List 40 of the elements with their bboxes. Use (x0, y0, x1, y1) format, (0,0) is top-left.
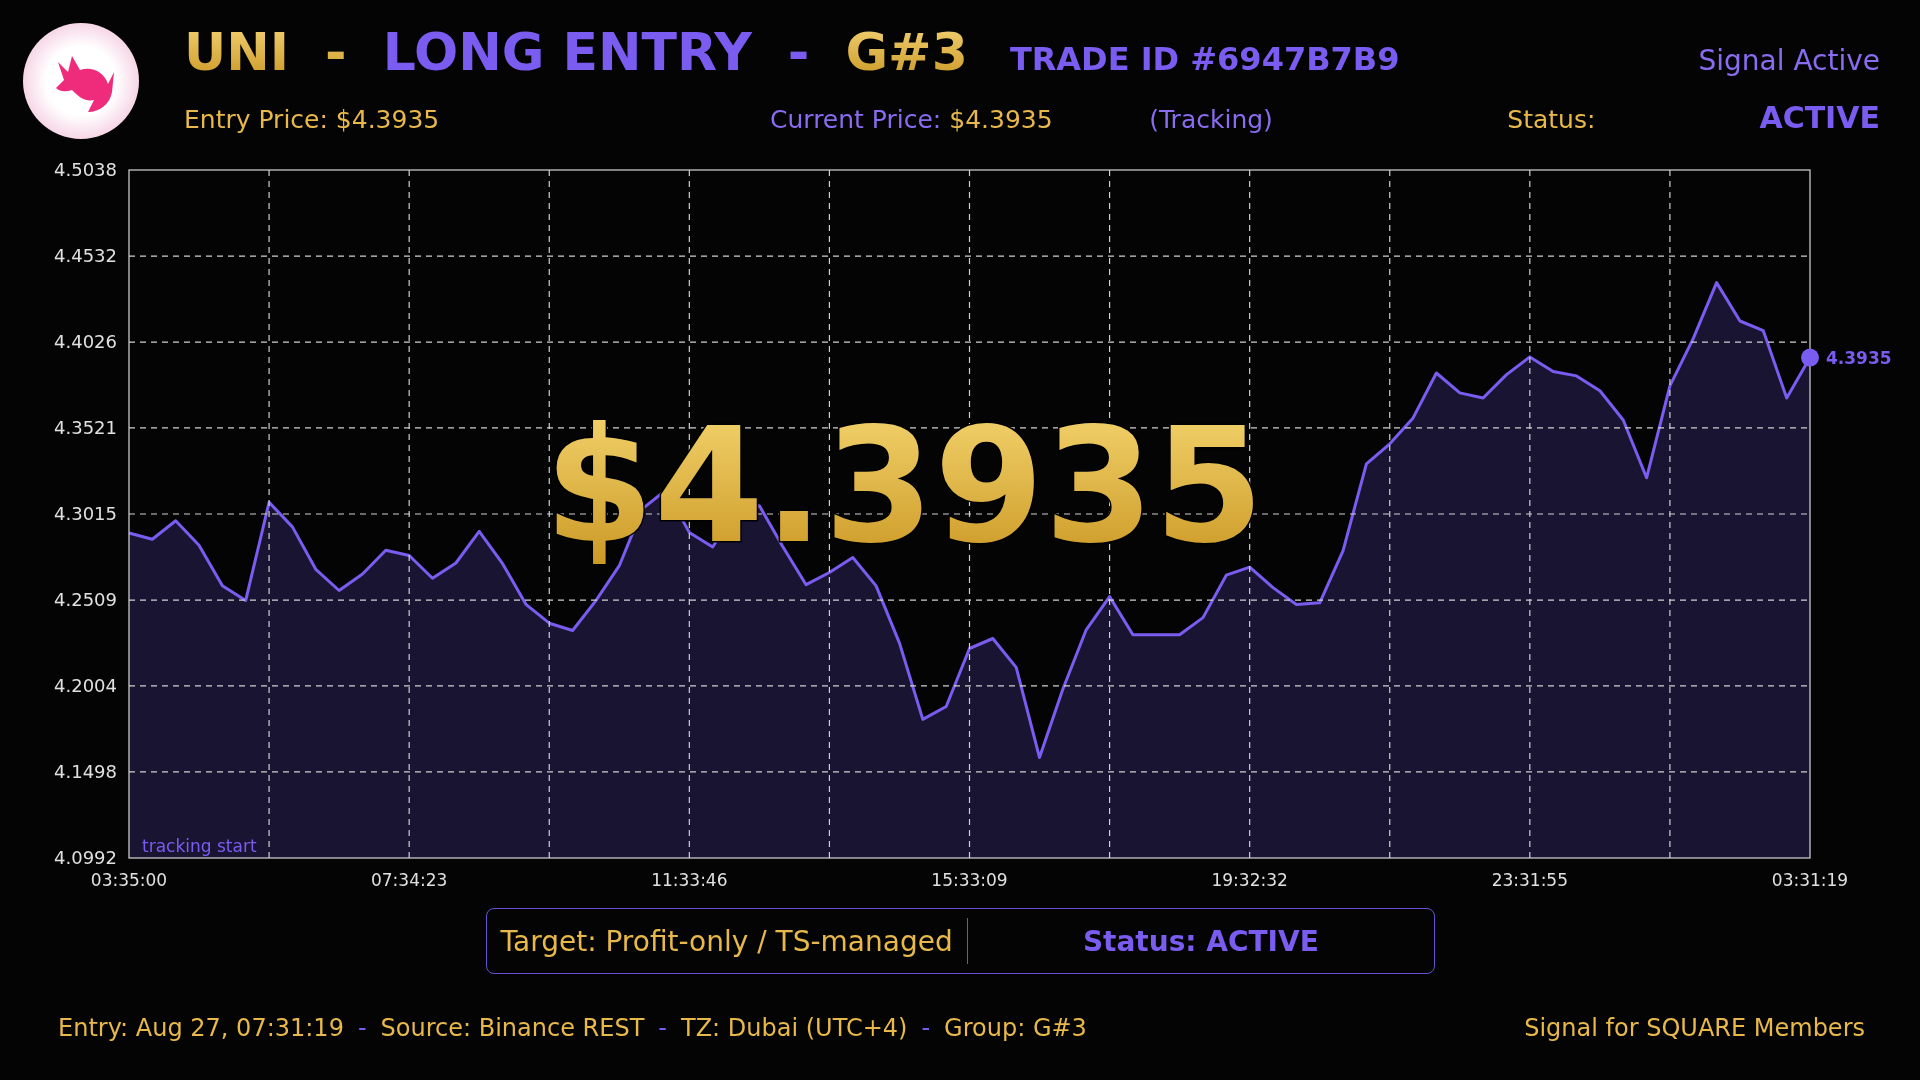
separator: - (658, 1014, 667, 1042)
y-axis-label: 4.2004 (54, 674, 117, 696)
x-axis-label: 11:33:46 (651, 870, 728, 890)
members-note: Signal for SQUARE Members (1524, 1014, 1865, 1042)
current-price-label: Current Price: (770, 105, 942, 134)
x-axis-label: 03:35:00 (90, 870, 168, 890)
y-axis-label: 4.3015 (54, 503, 117, 524)
current-price: $4.3935 (949, 105, 1054, 134)
last-point-marker (1801, 348, 1819, 367)
x-axis-label: 07:34:23 (371, 870, 448, 890)
y-axis-label: 4.3521 (54, 416, 117, 438)
title-text: LONG ENTRY (382, 22, 752, 82)
y-axis-label: 4.4026 (54, 331, 117, 353)
footer-text: Group: G#3 (944, 1014, 1087, 1042)
y-axis-label: 4.5038 (54, 159, 117, 180)
annotation-label: tracking start (142, 836, 257, 856)
footer-text: Entry: Aug 27, 07:31:19 (58, 1014, 344, 1042)
separator: - (921, 1014, 931, 1042)
status-text: Status: ACTIVE (1081, 924, 1320, 958)
last-price-label: 4.3935 (1826, 347, 1892, 368)
y-axis-label: 4.2509 (54, 589, 117, 611)
price-display: $4.3935 (544, 394, 1264, 578)
title-text: - (787, 22, 810, 82)
x-axis-label: 19:32:32 (1211, 870, 1288, 890)
target-text: Target: Profit-only / TS-managed (499, 924, 954, 958)
tracking-text: (Tracking) (1149, 105, 1274, 134)
y-axis-label: 4.0992 (54, 847, 117, 868)
y-axis-label: 4.4532 (54, 245, 117, 267)
status-label: Status: (1507, 105, 1596, 134)
footer-text: TZ: Dubai (UTC+4) (681, 1014, 908, 1042)
footer-text: Source: Binance REST (380, 1014, 645, 1042)
x-axis-label: 03:31:19 (1771, 870, 1849, 890)
y-axis-label: 4.1498 (54, 760, 117, 782)
x-axis-label: 15:33:09 (931, 870, 1008, 890)
status-value: ACTIVE (1759, 100, 1880, 135)
trade-id: TRADE ID #6947B7B9 (1009, 40, 1400, 78)
separator: - (357, 1014, 367, 1042)
signal-text: Signal Active (1698, 44, 1880, 77)
x-axis-label: 23:31:55 (1491, 870, 1568, 890)
entry-price: Entry Price: $4.3935 (184, 105, 441, 134)
